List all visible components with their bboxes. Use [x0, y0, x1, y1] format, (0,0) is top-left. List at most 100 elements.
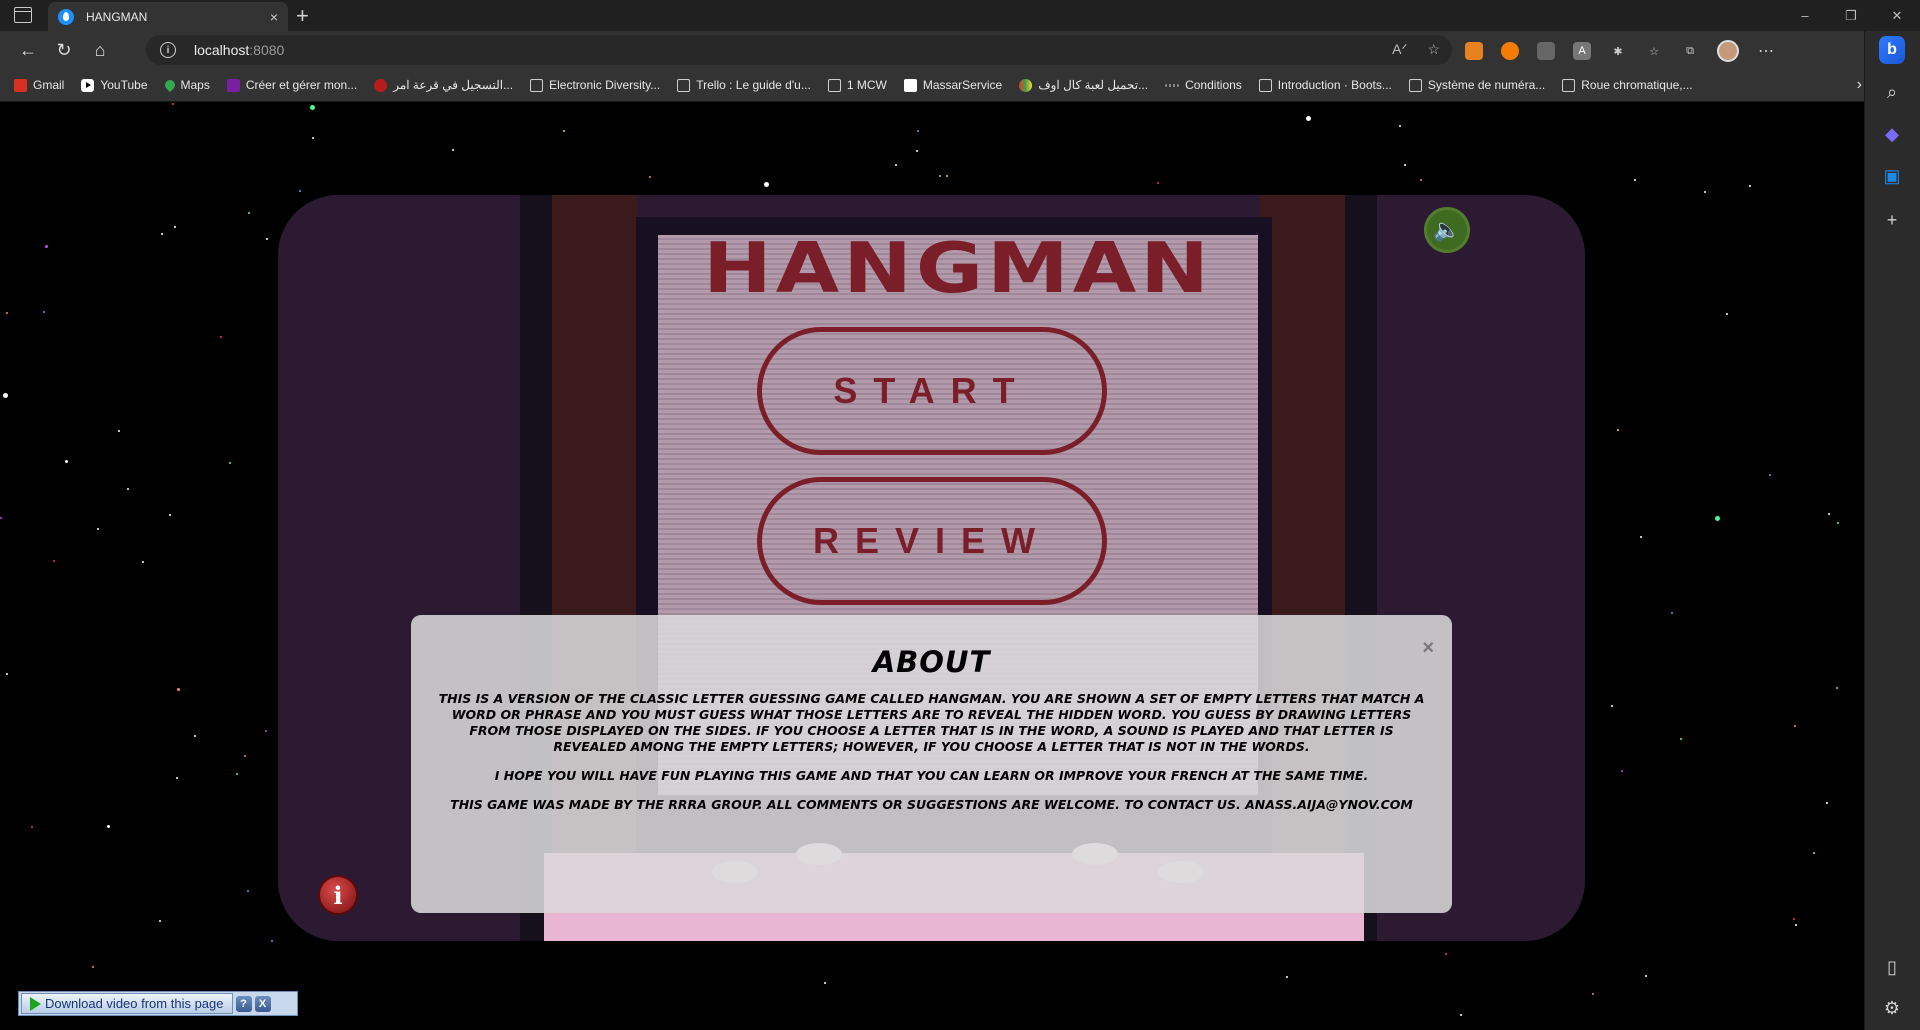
star: [824, 982, 826, 984]
help-icon[interactable]: ?: [235, 995, 252, 1012]
start-button[interactable]: START: [757, 327, 1107, 455]
bookmark-item[interactable]: Introduction · Boots...: [1258, 78, 1392, 92]
bookmark-item[interactable]: Roue chromatique,...: [1562, 78, 1693, 92]
bing-copilot-icon[interactable]: b: [1879, 36, 1905, 64]
chevron-right-icon[interactable]: ›: [1857, 76, 1862, 94]
back-arrow-icon[interactable]: ←: [14, 37, 42, 63]
orange-extension-icon[interactable]: [1501, 42, 1519, 60]
star: [1420, 179, 1422, 181]
download-video-button[interactable]: Download video from this page: [21, 993, 233, 1014]
star: [142, 561, 144, 563]
star: [265, 730, 267, 732]
star: [299, 190, 301, 192]
page-icon: [530, 78, 544, 92]
star: [161, 233, 163, 235]
about-modal: × ABOUT This is a version of the classic…: [411, 615, 1452, 913]
profile-avatar[interactable]: [1717, 40, 1739, 62]
game-icon: [1019, 78, 1033, 92]
star: [1286, 976, 1288, 978]
star: [244, 755, 246, 757]
page-icon: [1408, 78, 1422, 92]
star: [1445, 953, 1447, 955]
star: [310, 105, 315, 110]
star: [1837, 522, 1839, 524]
bookmark-label: MassarService: [922, 78, 1003, 92]
star: [1828, 513, 1830, 515]
gear-icon[interactable]: ⚙: [1879, 995, 1905, 1021]
star: [271, 940, 273, 942]
maps-pin-icon: [162, 77, 177, 93]
bookmark-item[interactable]: التسجيل في قرعة امر...: [374, 78, 513, 92]
bookmark-label: Créer et gérer mon...: [245, 78, 358, 92]
url-port: :8080: [249, 42, 285, 58]
tab-hangman[interactable]: HANGMAN ×: [48, 2, 288, 31]
outlook-icon[interactable]: ▣: [1879, 163, 1905, 189]
minimize-button[interactable]: –: [1782, 0, 1828, 31]
address-input[interactable]: i localhost:8080 Aᐟ ☆: [146, 35, 1452, 65]
star: [1404, 164, 1406, 166]
bookmark-item[interactable]: Trello : Le guide d'u...: [677, 78, 811, 92]
star: [107, 825, 110, 828]
star: [1617, 429, 1619, 431]
page-icon: [1562, 78, 1576, 92]
star: [1795, 924, 1797, 926]
extensions-row: A ✱ ☆ ⧉ ⋯: [1465, 40, 1775, 62]
star: [1460, 1014, 1462, 1016]
bookmark-item[interactable]: Gmail: [14, 78, 64, 92]
restore-button[interactable]: ❐: [1828, 0, 1874, 31]
star: [53, 560, 55, 562]
star: [43, 311, 45, 313]
info-button[interactable]: i: [318, 875, 358, 915]
tab-actions-icon[interactable]: [14, 7, 32, 23]
add-favorite-icon[interactable]: ☆: [1427, 41, 1440, 58]
refresh-icon[interactable]: ↻: [50, 37, 78, 63]
star: [764, 182, 769, 187]
star: [1793, 918, 1795, 920]
close-icon[interactable]: ×: [1422, 637, 1434, 660]
shopping-icon[interactable]: ◆: [1879, 121, 1905, 147]
address-bar-row: ← ↻ ⌂ i localhost:8080 Aᐟ ☆ A ✱ ☆ ⧉ ⋯: [0, 31, 1880, 69]
favorites-icon[interactable]: ☆: [1645, 42, 1663, 60]
puzzle-extensions-icon[interactable]: ✱: [1609, 42, 1627, 60]
bookmark-item[interactable]: Conditions: [1165, 78, 1242, 92]
bookmark-item[interactable]: تحميل لعبة كال اوف...: [1019, 78, 1148, 92]
search-icon[interactable]: ⌕: [1879, 79, 1905, 105]
bookmark-item[interactable]: MassarService: [903, 78, 1003, 92]
close-window-button[interactable]: ✕: [1874, 0, 1920, 31]
new-tab-button[interactable]: +: [296, 3, 309, 29]
review-button[interactable]: REVIEW: [757, 477, 1107, 605]
star: [1611, 705, 1613, 707]
sidebar-toggle-icon[interactable]: ▯: [1879, 954, 1905, 980]
collections-icon[interactable]: ⧉: [1681, 42, 1699, 60]
add-icon[interactable]: +: [1879, 207, 1905, 233]
bookmark-item[interactable]: 1 MCW: [827, 78, 887, 92]
star: [92, 966, 94, 968]
star: [1813, 852, 1815, 854]
fox-extension-icon[interactable]: [1465, 42, 1483, 60]
tab-title: HANGMAN: [86, 9, 148, 24]
star: [1715, 516, 1720, 521]
star: [1680, 738, 1682, 740]
home-icon[interactable]: ⌂: [86, 37, 114, 63]
bookmark-item[interactable]: Maps: [162, 77, 210, 93]
read-aloud-icon[interactable]: Aᐟ: [1392, 41, 1407, 58]
bookmark-item[interactable]: YouTube: [81, 78, 148, 92]
car-extension-icon[interactable]: [1537, 42, 1555, 60]
site-info-icon[interactable]: i: [160, 42, 176, 58]
star: [31, 826, 33, 828]
yahoo-icon: [226, 78, 240, 92]
a-extension-icon[interactable]: A: [1573, 42, 1591, 60]
star: [917, 130, 919, 132]
star: [97, 528, 99, 530]
tab-close-icon[interactable]: ×: [270, 9, 278, 25]
star: [236, 773, 238, 775]
bookmark-label: Trello : Le guide d'u...: [696, 78, 811, 92]
bookmark-item[interactable]: Système de numéra...: [1408, 78, 1545, 92]
more-menu-icon[interactable]: ⋯: [1757, 42, 1775, 60]
speaker-icon[interactable]: 🔈: [1424, 207, 1470, 253]
star: [127, 488, 129, 490]
bookmark-item[interactable]: Créer et gérer mon...: [226, 78, 358, 92]
close-icon[interactable]: X: [254, 995, 271, 1012]
download-label: Download video from this page: [45, 996, 224, 1011]
bookmark-item[interactable]: Electronic Diversity...: [530, 78, 660, 92]
